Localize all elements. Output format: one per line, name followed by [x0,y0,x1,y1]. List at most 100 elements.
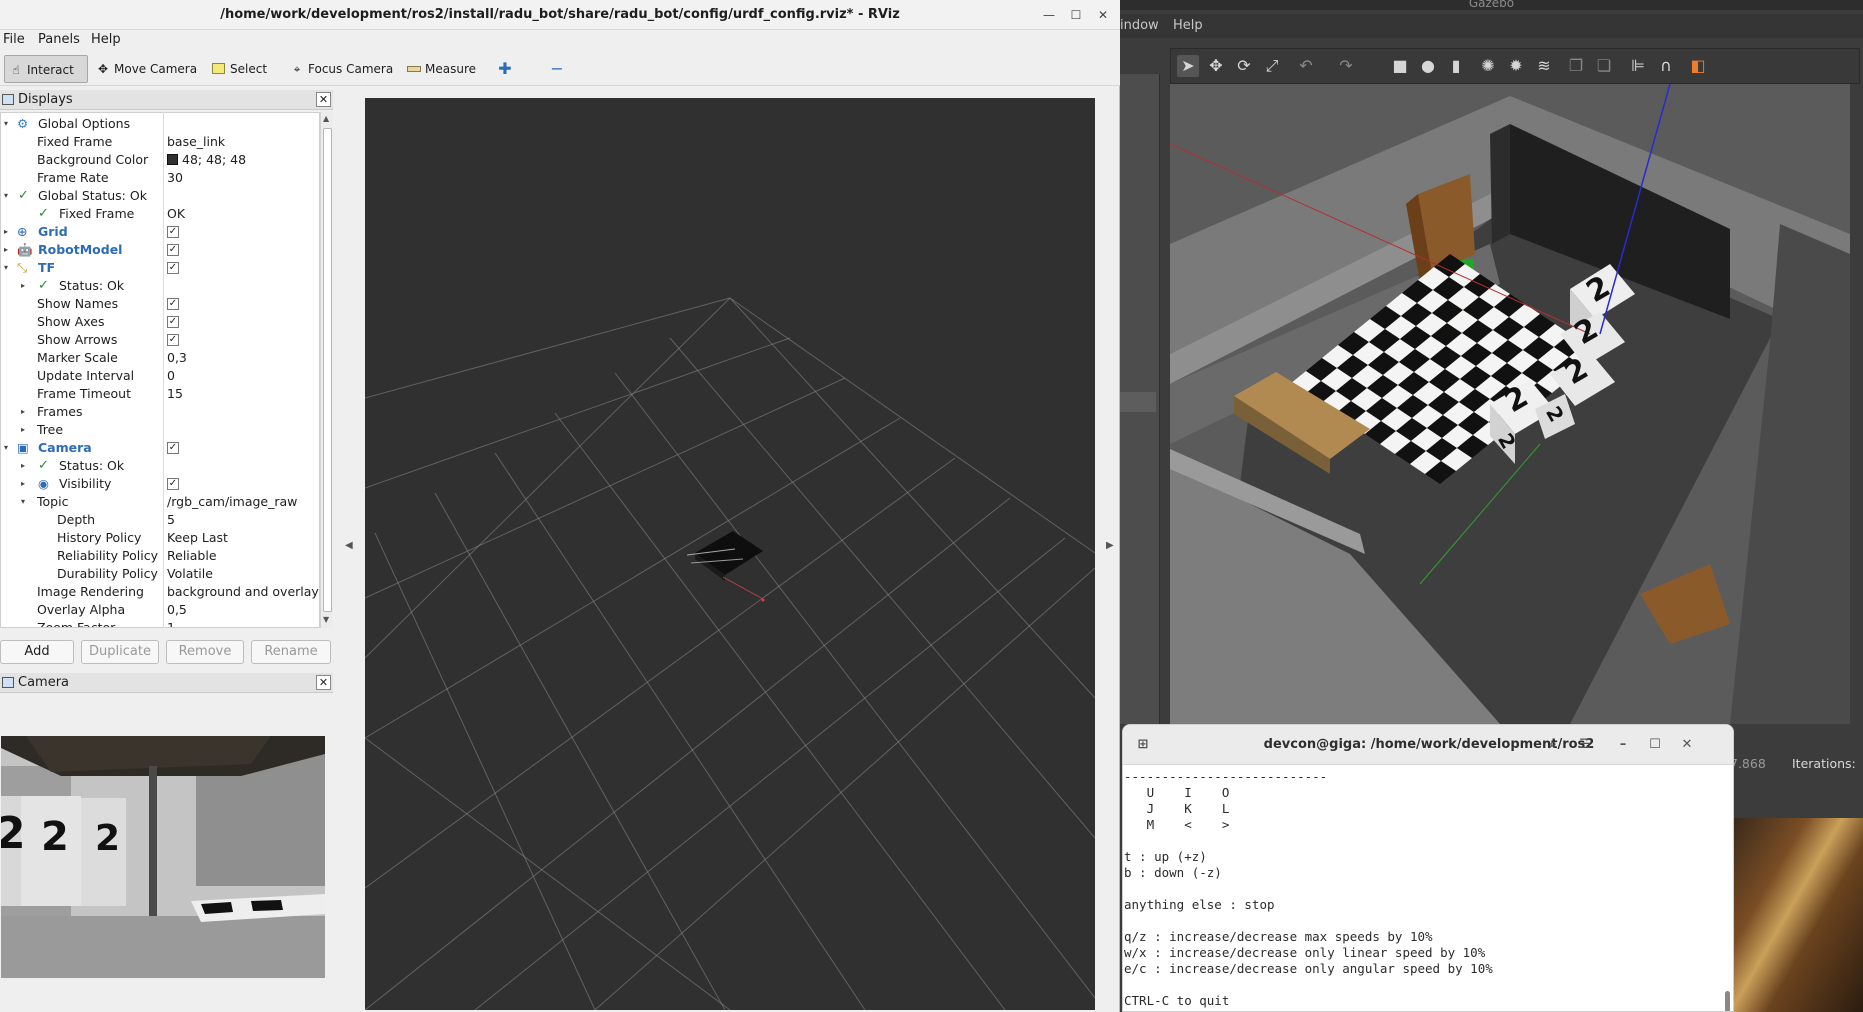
box-icon[interactable]: ■ [1389,55,1411,77]
enabled-checkbox[interactable]: ✓ [167,442,179,454]
scale-icon[interactable]: ⤢ [1261,55,1283,77]
copy-icon[interactable]: ❐ [1565,55,1587,77]
rotate-icon[interactable]: ⟳ [1233,55,1255,77]
tree-row[interactable]: Background Color 48; 48; 48 [1,151,319,169]
terminal-scrollbar[interactable] [1725,991,1730,1011]
tree-row[interactable]: ▸ Tree [1,421,319,439]
interact-tool-button[interactable]: ☝ Interact [4,55,88,83]
enabled-checkbox[interactable]: ✓ [167,262,179,274]
move-camera-tool-button[interactable]: ✥ Move Camera [92,55,197,83]
tree-row[interactable]: ▸ ◉ Visibility ✓ [1,475,319,493]
undo-icon[interactable]: ↶ [1295,55,1317,77]
tree-row[interactable]: Reliability Policy Reliable [1,547,319,565]
snap-icon[interactable]: ∩ [1655,55,1677,77]
view-angle-icon[interactable]: ◧ [1687,55,1709,77]
point-light-icon[interactable]: ✺ [1477,55,1499,77]
row-value[interactable]: 15 [167,385,183,403]
tree-row[interactable]: Frame Timeout 15 [1,385,319,403]
tree-row[interactable]: History Policy Keep Last [1,529,319,547]
cylinder-icon[interactable]: ▮ [1445,55,1467,77]
row-value[interactable]: 1 [167,619,175,627]
row-value[interactable]: /rgb_cam/image_raw [167,493,297,511]
tree-row[interactable]: Update Interval 0 [1,367,319,385]
maximize-icon[interactable]: ☐ [1067,6,1085,24]
paste-icon[interactable]: ❏ [1593,55,1615,77]
row-value[interactable]: Keep Last [167,529,228,547]
close-icon[interactable]: ✕ [316,675,331,690]
directional-light-icon[interactable]: ≋ [1533,55,1555,77]
tree-row[interactable]: ▸ Frames [1,403,319,421]
displays-scrollbar[interactable]: ▲ ▼ [320,112,333,628]
tree-row[interactable]: Durability Policy Volatile [1,565,319,583]
tree-row[interactable]: Depth 5 [1,511,319,529]
enabled-checkbox[interactable]: ✓ [167,226,179,238]
tree-row[interactable]: ▸ ✓ Status: Ok [1,457,319,475]
option-checkbox[interactable]: ✓ [167,316,179,328]
focus-camera-tool-button[interactable]: ⌖ Focus Camera [286,55,394,83]
tree-row[interactable]: ▸ 🤖 RobotModel ✓ [1,241,319,259]
tree-row[interactable]: ▾ ⚙ Global Options [1,115,319,133]
rename-button[interactable]: Rename [251,640,331,664]
minimize-icon[interactable]: – [1613,735,1633,755]
redo-icon[interactable]: ↷ [1335,55,1357,77]
select-tool-button[interactable]: Select [208,55,267,83]
row-value[interactable]: 0 [167,367,175,385]
scroll-down-icon[interactable]: ▼ [323,615,329,624]
add-tool-icon[interactable]: ✚ [495,55,515,83]
tree-row[interactable]: Image Rendering background and overlay [1,583,319,601]
collapse-left-icon[interactable]: ◀ [345,540,353,551]
scroll-up-icon[interactable]: ▲ [323,114,329,123]
enabled-checkbox[interactable]: ✓ [167,244,179,256]
option-checkbox[interactable]: ✓ [167,298,179,310]
gazebo-3d-scene[interactable]: 2 2 2 2 2 2 [1170,84,1850,724]
row-value[interactable]: Reliable [167,547,217,565]
menu-window[interactable]: indow [1120,18,1159,33]
tree-row[interactable]: Show Arrows ✓ [1,331,319,349]
remove-button[interactable]: Remove [166,640,244,664]
color-value[interactable]: 48; 48; 48 [167,151,246,169]
terminal-window[interactable]: ⊞ devcon@giga: /home/work/development/ro… [1122,724,1734,1012]
minimize-icon[interactable]: — [1040,6,1058,24]
tree-row[interactable]: Show Axes ✓ [1,313,319,331]
panel-handle[interactable] [1120,392,1156,412]
tree-row[interactable]: Show Names ✓ [1,295,319,313]
maximize-icon[interactable]: ☐ [1645,735,1665,755]
duplicate-button[interactable]: Duplicate [81,640,159,664]
menu-panels[interactable]: Panels [38,32,80,47]
add-button[interactable]: Add [0,640,74,664]
close-icon[interactable]: ✕ [316,92,331,107]
tree-row[interactable]: Frame Rate 30 [1,169,319,187]
row-value[interactable]: base_link [167,133,225,151]
tree-row[interactable]: ▾ ✓ Global Status: Ok [1,187,319,205]
remove-tool-icon[interactable]: − [545,55,569,83]
sphere-icon[interactable]: ● [1417,55,1439,77]
tree-row[interactable]: ▸ ⊕ Grid ✓ [1,223,319,241]
option-checkbox[interactable]: ✓ [167,478,179,490]
tree-row[interactable]: Fixed Frame base_link [1,133,319,151]
row-value[interactable]: background and overlay [167,583,319,601]
new-tab-icon[interactable]: ⊞ [1133,735,1153,755]
row-value[interactable]: Volatile [167,565,213,583]
spot-light-icon[interactable]: ✹ [1505,55,1527,77]
menu-help[interactable]: Help [91,32,121,47]
menu-file[interactable]: File [3,32,25,47]
menu-help[interactable]: Help [1173,18,1203,33]
row-value[interactable]: 0,5 [167,601,187,619]
close-icon[interactable]: ✕ [1677,735,1697,755]
row-value[interactable]: 5 [167,511,175,529]
tree-row[interactable]: Overlay Alpha 0,5 [1,601,319,619]
tree-row[interactable]: Marker Scale 0,3 [1,349,319,367]
menu-icon[interactable]: ☰ [1575,735,1595,755]
tree-row[interactable]: ▾ Topic/rgb_cam/image_raw [1,493,319,511]
measure-tool-button[interactable]: Measure [403,55,476,83]
rviz-3d-view[interactable] [365,98,1095,1010]
scroll-thumb[interactable] [323,128,332,612]
search-icon[interactable]: ⌕ [1543,735,1563,755]
translate-icon[interactable]: ✥ [1205,55,1227,77]
align-icon[interactable]: ⊫ [1627,55,1649,77]
tree-row[interactable]: ✓ Fixed Frame OK [1,205,319,223]
tree-row[interactable]: ▾ ⤡ TF ✓ [1,259,319,277]
tree-row[interactable]: ▸ ✓ Status: Ok [1,277,319,295]
collapse-right-icon[interactable]: ▶ [1106,540,1114,551]
row-value[interactable]: 0,3 [167,349,187,367]
